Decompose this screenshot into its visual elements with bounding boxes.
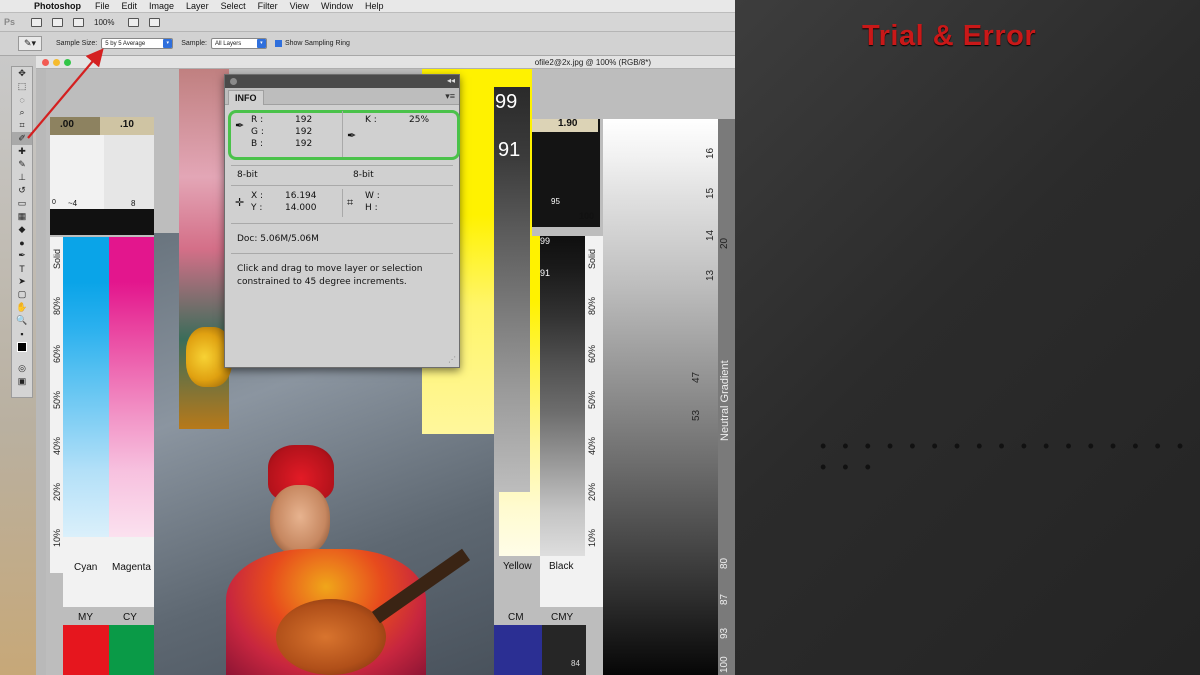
- screen: Trial & Error • • • • • • • • • • • • • …: [0, 0, 1200, 675]
- annotation-arrow: [27, 48, 104, 139]
